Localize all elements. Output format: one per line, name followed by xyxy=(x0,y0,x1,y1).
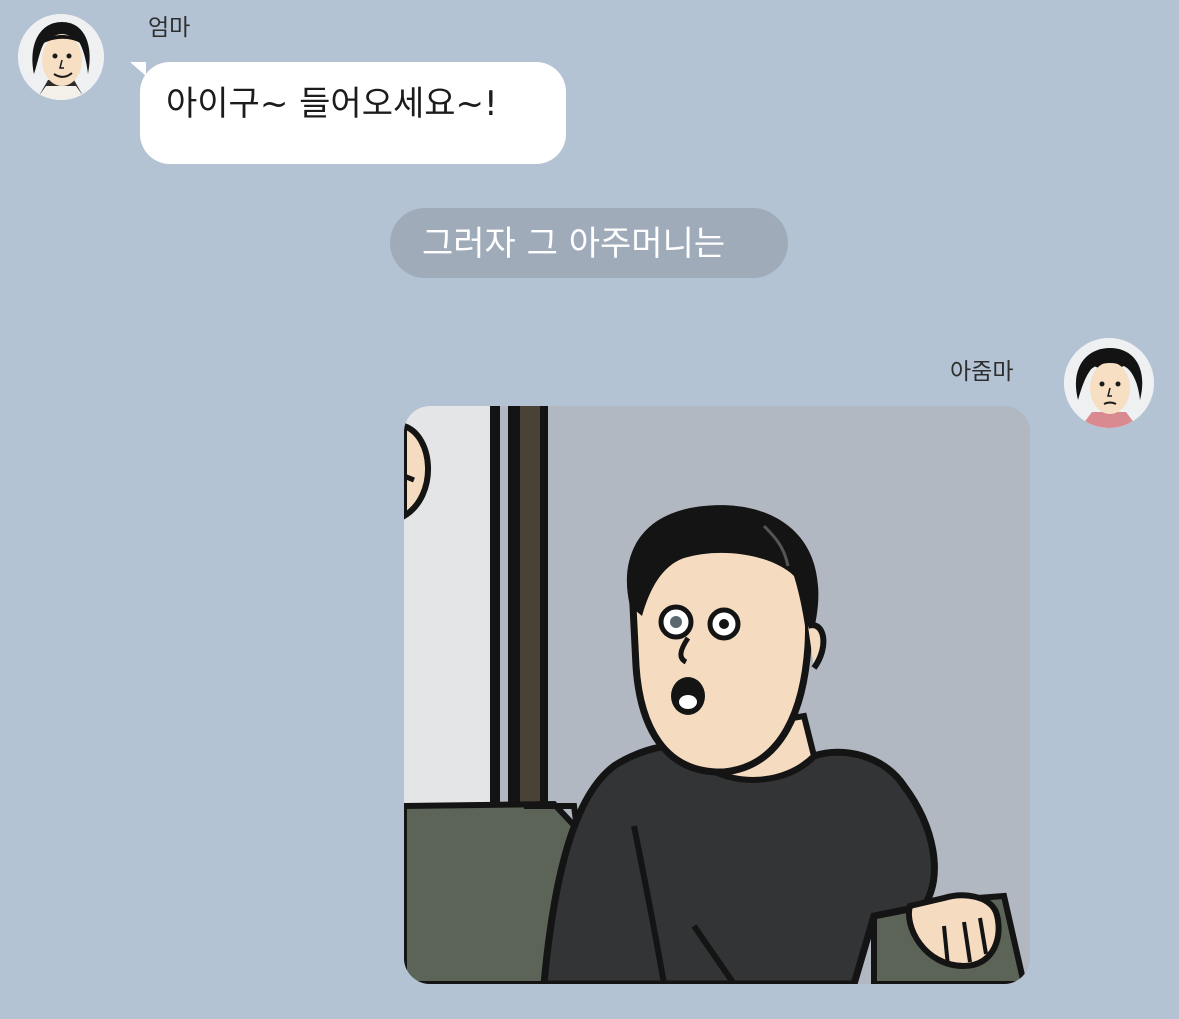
system-message: 그러자 그 아주머니는 xyxy=(390,208,788,278)
avatar-mom[interactable] xyxy=(18,14,104,100)
message-bubble-mom[interactable]: 아이구~ 들어오세요~! xyxy=(140,62,566,164)
bubble-tail xyxy=(130,62,146,76)
ajumma-avatar-icon xyxy=(1064,338,1154,428)
avatar-ajumma[interactable] xyxy=(1064,338,1154,428)
sender-name-mom: 엄마 xyxy=(148,15,191,41)
cartoon-man-surprised-image xyxy=(404,406,1030,984)
image-attachment[interactable] xyxy=(404,406,1030,984)
sender-name-ajumma: 아줌마 xyxy=(950,359,1014,385)
mom-avatar-icon xyxy=(18,14,104,100)
